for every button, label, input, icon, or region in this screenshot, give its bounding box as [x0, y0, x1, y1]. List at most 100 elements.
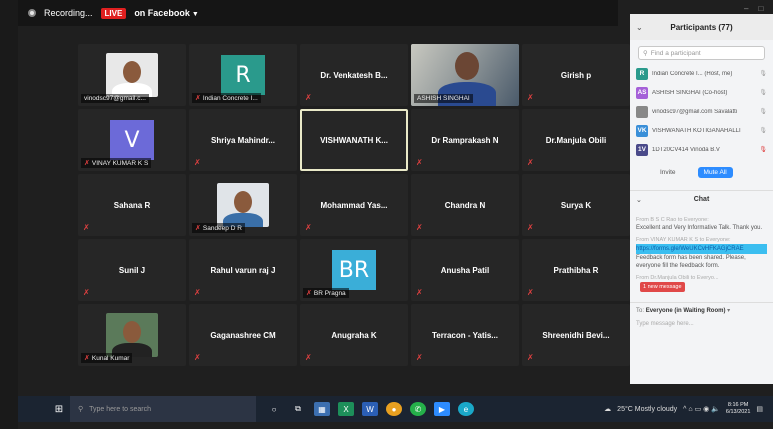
participant-actions: Invite Mute All	[630, 159, 773, 182]
participant-name: Sunil J	[118, 265, 146, 275]
participant-tile[interactable]: Mohammad Yas... ✗	[300, 174, 408, 236]
participant-tile[interactable]: Sunil J ✗	[78, 239, 186, 301]
participant-tile[interactable]: Gaganashree CM ✗	[189, 304, 297, 366]
participant-name: Dr.Manjula Obili	[545, 135, 607, 145]
mic-muted-icon: ✗	[527, 223, 534, 232]
chat-message: Excellent and Very Informative Talk. Tha…	[636, 225, 763, 231]
mic-muted-icon: ✗	[195, 225, 201, 232]
participant-list-item[interactable]: 1V 1DT20CV414 Vinoda B.V 🎙	[630, 140, 773, 159]
tray-icons[interactable]: ^ ⌂ ▭ ◉ 🔈	[683, 405, 720, 413]
chat-sender: From VINAY KUMAR K S to Everyone:	[636, 237, 731, 243]
zoom-window: Recording... LIVE on Facebook ▼ – □ vinod…	[18, 0, 773, 429]
participant-name: Shreenidhi Bevi...	[542, 330, 610, 340]
notification-icon[interactable]: ▤	[756, 405, 763, 413]
mic-muted-icon: ✗	[416, 288, 423, 297]
microphone-icon[interactable]: 🎙	[759, 127, 767, 134]
participant-list-item[interactable]: AS ASHISH SINGHAI (Co-host) 🎙	[630, 83, 773, 102]
search-icon: ⚲	[78, 406, 84, 413]
collapse-icon[interactable]: ⌄	[636, 196, 642, 204]
weather-label[interactable]: 25°C Mostly cloudy	[617, 406, 677, 413]
participants-header: ⌄ Participants (77)	[630, 14, 773, 40]
chat-recipient-selector[interactable]: To: Everyone (in Waiting Room) ▾	[630, 302, 773, 318]
participant-tile[interactable]: Dr.Manjula Obili ✗	[522, 109, 630, 171]
participant-list-item[interactable]: R Indian Concrete I... (Host, me) 🎙	[630, 64, 773, 83]
participant-tile[interactable]: Rahul varun raj J ✗	[189, 239, 297, 301]
participant-tile[interactable]: Anugraha K ✗	[300, 304, 408, 366]
participant-search-input[interactable]: ⚲ Find a participant	[638, 46, 765, 60]
mic-muted-icon: ✗	[416, 353, 423, 362]
participant-label: ASHISH SINGHAI	[414, 94, 473, 103]
cortana-icon[interactable]: ○	[266, 402, 282, 416]
microphone-icon[interactable]: 🎙	[759, 108, 767, 115]
taskbar-search-input[interactable]: ⚲ Type here to search	[70, 396, 256, 422]
chat-link[interactable]: https://forms.gle/WeUKCvHFKAGjCRAE	[636, 244, 767, 254]
participant-tile[interactable]: BR ✗ BR Pragna	[300, 239, 408, 301]
participant-list: R Indian Concrete I... (Host, me) 🎙 AS ASHIS…	[630, 64, 773, 159]
participant-video[interactable]: ASHISH SINGHAI	[411, 44, 519, 106]
file-explorer-icon[interactable]: ▦	[314, 402, 330, 416]
live-badge: LIVE	[100, 7, 127, 19]
participants-title: Participants (77)	[670, 22, 733, 32]
participant-tile[interactable]: Shreenidhi Bevi... ✗	[522, 304, 630, 366]
participant-list-name: vinodsc97@gmail.com Savalatti	[652, 108, 738, 115]
participant-tile[interactable]: VISHWANATH K...	[300, 109, 408, 171]
participant-name: Terracon - Yatis...	[432, 330, 498, 340]
mic-muted-icon: ✗	[305, 353, 312, 362]
participant-tile[interactable]: Chandra N ✗	[411, 174, 519, 236]
participant-name: Anusha Patil	[440, 265, 490, 275]
avatar: 1V	[636, 143, 648, 156]
mic-muted-icon: ✗	[416, 223, 423, 232]
participants-panel: ⌄ Participants (77) ⚲ Find a participant…	[630, 14, 773, 384]
microphone-icon[interactable]: 🎙	[759, 89, 767, 96]
participant-list-item[interactable]: VK VISHWANATH KOTIGANAHALLI 🎙	[630, 121, 773, 140]
new-message-badge[interactable]: 1 new message	[640, 282, 685, 292]
avatar: VK	[636, 124, 648, 137]
word-icon[interactable]: W	[362, 402, 378, 416]
task-view-icon[interactable]: ⧉	[290, 402, 306, 416]
mic-muted-icon: ✗	[194, 353, 201, 362]
excel-icon[interactable]: X	[338, 402, 354, 416]
minimize-icon[interactable]: –	[744, 4, 748, 13]
participant-tile[interactable]: Terracon - Yatis... ✗	[411, 304, 519, 366]
participant-tile[interactable]: Sahana R ✗	[78, 174, 186, 236]
participant-tile[interactable]: Anusha Patil ✗	[411, 239, 519, 301]
participant-tile[interactable]: Dr. Venkatesh B... ✗	[300, 44, 408, 106]
taskbar-apps: ○ ⧉ ▦ X W ● ✆ ▶ e	[266, 402, 474, 416]
live-facebook-menu[interactable]: on Facebook ▼	[134, 8, 198, 18]
mic-muted-icon: ✗	[527, 93, 534, 102]
participant-tile[interactable]: Prathibha R ✗	[522, 239, 630, 301]
clock[interactable]: 8:16 PM 6/13/2021	[726, 402, 750, 416]
participant-label: ✗ Kunal Kumar	[81, 353, 133, 363]
participant-tile[interactable]: Girish p ✗	[522, 44, 630, 106]
participant-name: Dr Ramprakash N	[431, 135, 499, 145]
maximize-icon[interactable]: □	[758, 4, 763, 13]
participant-list-item[interactable]: vinodsc97@gmail.com Savalatti 🎙	[630, 102, 773, 121]
participant-tile[interactable]: R ✗ Indian Concrete I...	[189, 44, 297, 106]
participant-tile[interactable]: Dr Ramprakash N ✗	[411, 109, 519, 171]
invite-button[interactable]: Invite	[660, 169, 676, 176]
chat-input[interactable]: Type message here...	[630, 318, 773, 330]
microphone-icon[interactable]: 🎙	[759, 146, 767, 153]
gallery-grid: vinodsc97@gmail.c... R ✗ Indian Concrete I.…	[78, 44, 630, 368]
collapse-icon[interactable]: ⌄	[636, 23, 643, 32]
microphone-icon[interactable]: 🎙	[759, 70, 767, 77]
recording-bar: Recording... LIVE on Facebook ▼	[18, 0, 618, 26]
participant-tile[interactable]: vinodsc97@gmail.c...	[78, 44, 186, 106]
mic-muted-icon: ✗	[194, 288, 201, 297]
participant-tile[interactable]: ✗ Sandeep D R	[189, 174, 297, 236]
avatar: BR	[332, 250, 376, 290]
participant-name: Rahul varun raj J	[210, 265, 276, 275]
participant-name: Surya K	[560, 200, 592, 210]
participant-tile[interactable]: ✗ Kunal Kumar	[78, 304, 186, 366]
participant-tile[interactable]: Shriya Mahindr... ✗	[189, 109, 297, 171]
edge-icon[interactable]: e	[458, 402, 474, 416]
zoom-icon[interactable]: ▶	[434, 402, 450, 416]
mute-all-button[interactable]: Mute All	[697, 167, 733, 178]
mic-muted-icon: ✗	[84, 160, 90, 167]
windows-start-icon[interactable]: ⊞	[48, 396, 70, 422]
chrome-icon[interactable]: ●	[386, 402, 402, 416]
profile-photo	[217, 183, 269, 227]
participant-tile[interactable]: V ✗ VINAY KUMAR K S	[78, 109, 186, 171]
participant-tile[interactable]: Surya K ✗	[522, 174, 630, 236]
whatsapp-icon[interactable]: ✆	[410, 402, 426, 416]
